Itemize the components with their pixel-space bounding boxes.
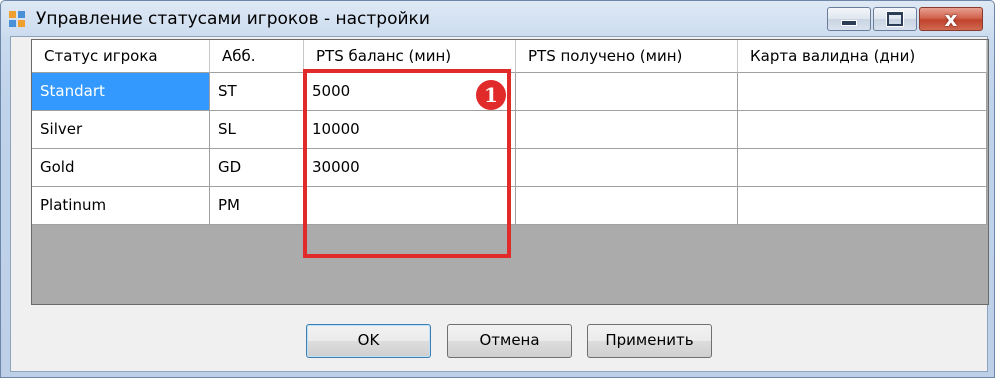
cell-pts-received[interactable] (516, 187, 738, 225)
status-grid[interactable]: Статус игрока Абб. PTS баланс (мин) PTS … (31, 39, 989, 305)
table-row[interactable]: Platinum PM (32, 187, 987, 225)
minimize-button[interactable] (827, 7, 871, 31)
cell-card-days[interactable] (738, 73, 987, 111)
column-header-card-days[interactable]: Карта валидна (дни) (738, 40, 987, 73)
title-bar[interactable]: Управление статусами игроков - настройки… (1, 1, 994, 37)
cell-pts-received[interactable] (516, 149, 738, 187)
annotation-badge: 1 (476, 80, 506, 110)
cell-pts-balance[interactable]: 30000 (304, 149, 516, 187)
maximize-icon (887, 12, 903, 26)
app-icon (9, 11, 27, 29)
ok-button[interactable]: OK (306, 324, 431, 358)
cell-abbr[interactable]: GD (210, 149, 304, 187)
cancel-button[interactable]: Отмена (447, 324, 572, 358)
maximize-button[interactable] (873, 7, 917, 31)
dialog-window: Управление статусами игроков - настройки… (0, 0, 995, 378)
grid-header-row: Статус игрока Абб. PTS баланс (мин) PTS … (32, 40, 987, 73)
cell-status[interactable]: Gold (32, 149, 210, 187)
cell-card-days[interactable] (738, 111, 987, 149)
close-button[interactable]: x (919, 7, 983, 31)
window-title: Управление статусами игроков - настройки (36, 9, 430, 29)
table-row[interactable]: Gold GD 30000 (32, 149, 987, 187)
column-header-abbr[interactable]: Абб. (210, 40, 304, 73)
cell-pts-received[interactable] (516, 73, 738, 111)
table-row[interactable]: Silver SL 10000 (32, 111, 987, 149)
column-header-pts-received[interactable]: PTS получено (мин) (516, 40, 738, 73)
minimize-icon (841, 20, 857, 26)
close-icon: x (944, 7, 958, 31)
column-header-status[interactable]: Статус игрока (32, 40, 210, 73)
column-header-pts-balance[interactable]: PTS баланс (мин) (304, 40, 516, 73)
cell-abbr[interactable]: PM (210, 187, 304, 225)
cell-status[interactable]: Silver (32, 111, 210, 149)
cell-pts-balance[interactable]: 10000 (304, 111, 516, 149)
cell-card-days[interactable] (738, 149, 987, 187)
apply-button[interactable]: Применить (587, 324, 712, 358)
cell-abbr[interactable]: SL (210, 111, 304, 149)
table-row[interactable]: Standart ST 5000 (32, 73, 987, 111)
cell-status[interactable]: Standart (32, 73, 210, 111)
cell-pts-balance[interactable] (304, 187, 516, 225)
cell-abbr[interactable]: ST (210, 73, 304, 111)
cell-pts-received[interactable] (516, 111, 738, 149)
cell-card-days[interactable] (738, 187, 987, 225)
cell-status[interactable]: Platinum (32, 187, 210, 225)
